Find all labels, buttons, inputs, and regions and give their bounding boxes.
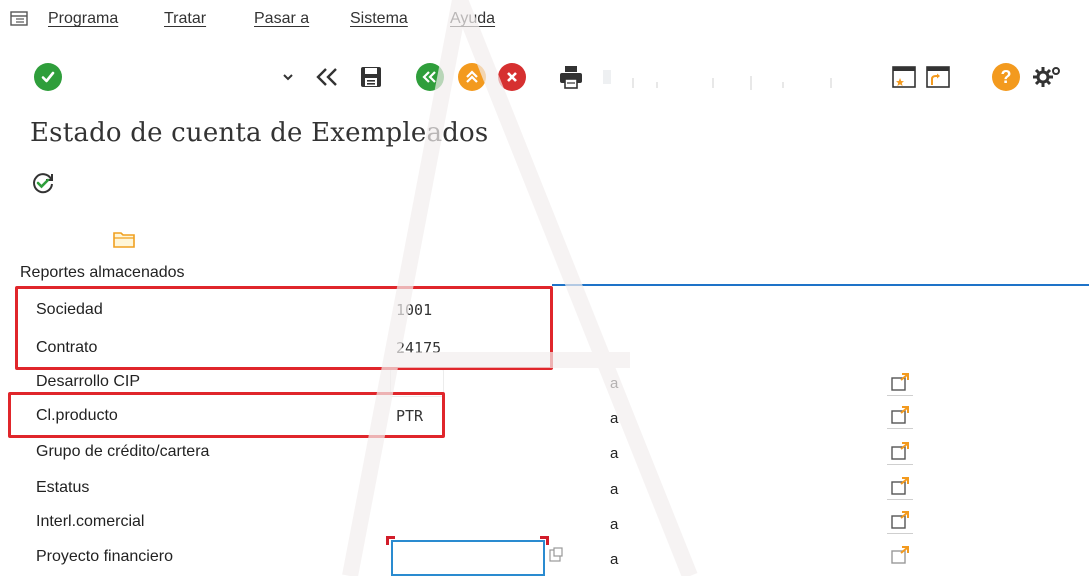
first-page-icon[interactable] [632, 78, 634, 88]
multiple-selection-icon [891, 442, 909, 460]
checkmark-icon [34, 63, 62, 91]
interl-comercial-multiple-selection[interactable] [887, 509, 913, 534]
back-arrows-button[interactable] [312, 60, 342, 94]
highlight-box-sociedad-contrato [15, 286, 553, 370]
settings-button[interactable] [1030, 60, 1064, 94]
exit-icon [458, 63, 486, 91]
help-button[interactable]: ? [992, 60, 1020, 94]
find-button[interactable] [598, 60, 616, 94]
estatus-multiple-selection[interactable] [887, 475, 913, 500]
last-page-icon[interactable] [750, 76, 752, 90]
menu-ayuda[interactable]: Ayuda [450, 10, 495, 28]
multiple-selection-icon [891, 373, 909, 391]
cancel-icon [498, 63, 526, 91]
execute-icon[interactable] [30, 170, 56, 196]
section-divider [552, 284, 1089, 286]
multiple-selection-icon [891, 546, 909, 564]
print-button[interactable] [556, 60, 586, 94]
page-title: Estado de cuenta de Exempleados [30, 118, 489, 148]
new-session-icon [892, 66, 916, 88]
desarrollo-cip-label: Desarrollo CIP [36, 373, 141, 390]
menu-pasar-a[interactable]: Pasar a [254, 10, 309, 28]
desarrollo-cip-to-label: a [610, 375, 619, 392]
proyecto-financiero-to-label: a [610, 551, 619, 568]
grupo-credito-to-label: a [610, 445, 619, 462]
multiple-selection-icon [891, 511, 909, 529]
highlight-box-cl-producto [8, 392, 445, 438]
save-button[interactable] [356, 60, 386, 94]
multiple-selection-icon [891, 406, 909, 424]
interl-comercial-to-label: a [610, 516, 619, 533]
menu-programa[interactable]: Programa [48, 10, 118, 28]
enter-button[interactable] [34, 60, 62, 94]
cancel-button[interactable] [498, 60, 526, 94]
shortcut-button[interactable] [924, 60, 952, 94]
find-icon [603, 70, 611, 84]
estatus-label: Estatus [36, 479, 90, 496]
search-help-icon[interactable] [547, 546, 565, 564]
focus-corner [386, 536, 395, 545]
double-chevron-left-icon [316, 68, 337, 86]
help-icon: ? [992, 63, 1020, 91]
menu-tratar[interactable]: Tratar [164, 10, 206, 28]
print-icon [560, 66, 582, 89]
new-session-button[interactable] [890, 60, 918, 94]
interl-comercial-label: Interl.comercial [36, 513, 145, 530]
estatus-to-label: a [610, 481, 619, 498]
menu-sistema[interactable]: Sistema [350, 10, 408, 28]
focus-corner [540, 536, 549, 545]
grupo-credito-label: Grupo de crédito/cartera [36, 443, 210, 460]
saved-reports-label: Reportes almacenados [20, 264, 185, 281]
command-dropdown[interactable] [280, 60, 296, 94]
next-page-icon[interactable] [712, 78, 714, 88]
cl-producto-multiple-selection[interactable] [887, 404, 913, 429]
menu-toggle-icon[interactable] [10, 11, 28, 26]
save-icon [361, 67, 381, 87]
prev-page-icon[interactable] [656, 82, 658, 88]
multiple-selection-icon [891, 477, 909, 495]
exit-button[interactable] [458, 60, 486, 94]
grupo-credito-multiple-selection[interactable] [887, 440, 913, 465]
desarrollo-cip-multiple-selection[interactable] [887, 371, 913, 396]
proyecto-financiero-label: Proyecto financiero [36, 548, 173, 565]
menu-bar: Programa Tratar Pasar a Sistema Ayuda [0, 0, 1089, 42]
toolbar: ? [0, 60, 1089, 100]
shortcut-icon [926, 66, 950, 88]
chevron-down-icon [283, 74, 293, 81]
settings-icon [1033, 67, 1060, 87]
separator-icon-2 [830, 78, 832, 88]
proyecto-financiero-multiple-selection[interactable] [887, 544, 913, 568]
cl-producto-to-label: a [610, 410, 619, 427]
proyecto-financiero-input[interactable] [391, 540, 545, 576]
folder-icon[interactable] [112, 229, 136, 249]
separator-icon [782, 82, 784, 88]
back-button[interactable] [416, 60, 444, 94]
back-icon [416, 63, 444, 91]
